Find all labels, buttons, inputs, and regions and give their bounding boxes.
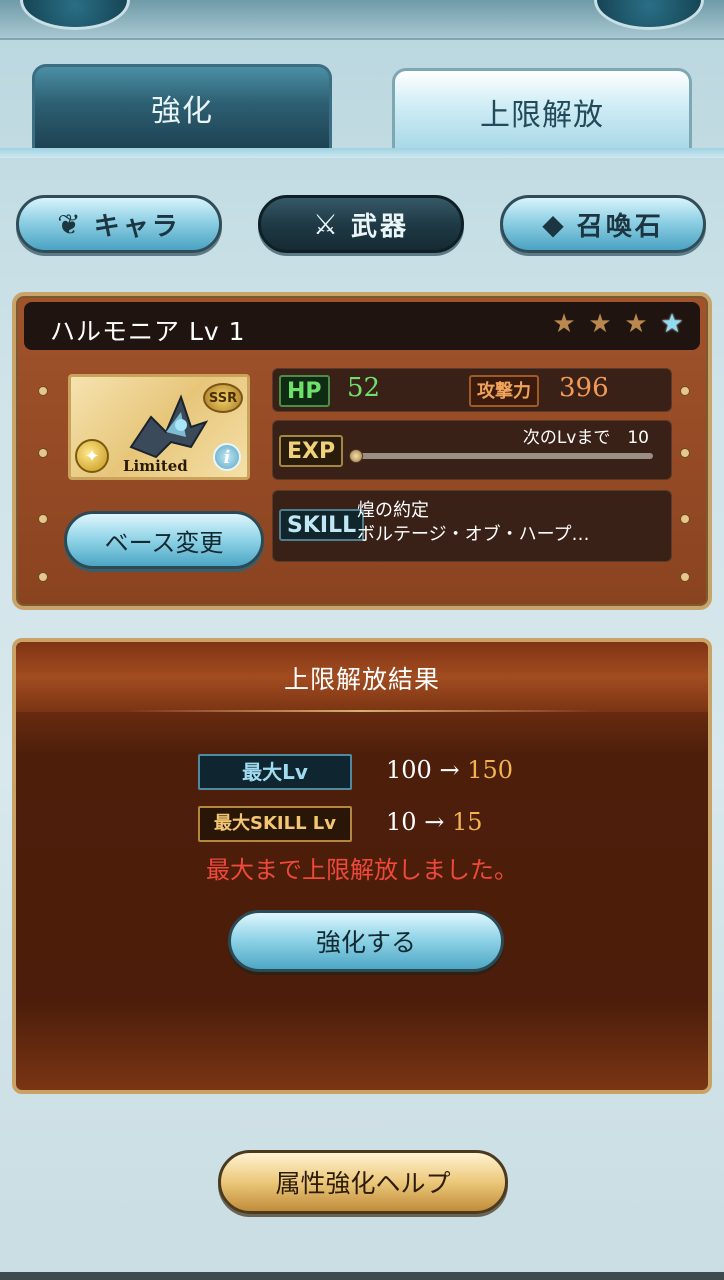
top-ornament [0, 0, 724, 40]
rarity-badge: SSR [203, 383, 243, 413]
element-coin-icon: ✦ [75, 439, 109, 473]
arrow-icon: → [439, 756, 460, 784]
category-summon-button[interactable]: ◆ 召喚石 [500, 195, 706, 253]
hp-label: HP [279, 375, 330, 407]
max-skill-level-change: 10 → 15 [386, 808, 482, 836]
max-level-to: 150 [467, 756, 514, 784]
tab-limit-break[interactable]: 上限解放 [392, 68, 692, 152]
header-divider [126, 710, 596, 712]
result-header: 上限解放結果 [16, 642, 708, 712]
tab-underline [0, 148, 724, 158]
crystal-icon: ◆ [542, 207, 567, 241]
tab-bar: 強化 上限解放 [0, 60, 724, 156]
element-enhance-help-button[interactable]: 属性強化ヘルプ [218, 1150, 508, 1214]
exp-label: EXP [279, 435, 344, 467]
ornament-icon: ❦ [57, 207, 84, 241]
rivet-icon [680, 514, 690, 524]
top-left-orb-icon [20, 0, 130, 30]
exp-row: EXP 次のLvまで 10 [272, 420, 672, 480]
top-right-orb-icon [594, 0, 704, 30]
hp-atk-row: HP 52 攻撃力 396 [272, 368, 672, 412]
category-label: キャラ [93, 211, 181, 242]
atk-label: 攻撃力 [469, 375, 539, 407]
arrow-icon: → [424, 808, 445, 836]
limit-break-complete-message: 最大まで上限解放しました。 [206, 856, 518, 884]
rivet-icon [680, 572, 690, 582]
character-name: ハルモニア Lv 1 [50, 317, 246, 346]
limit-break-result-panel: 上限解放結果 最大Lv 100 → 150 最大SKILL Lv 10 → 15… [12, 638, 712, 1094]
crossed-swords-icon: ⚔ [312, 207, 342, 241]
skill-name: 煌の約定 [357, 500, 429, 521]
character-portrait[interactable]: SSR ✦ Limited i [68, 374, 250, 480]
blue-star-icon: ★ [660, 309, 684, 339]
atk-value: 396 [559, 373, 609, 403]
skill-row[interactable]: SKILL 煌の約定 ボルテージ・オブ・ハープ… [272, 490, 672, 562]
tab-enhance[interactable]: 強化 [32, 64, 332, 148]
skill-label: SKILL [279, 509, 365, 541]
exp-progress-knob [349, 449, 363, 463]
character-art-icon [129, 394, 209, 459]
max-skill-level-label: 最大SKILL Lv [198, 806, 352, 842]
next-level-text: 次のLvまで 10 [522, 428, 649, 448]
base-change-button[interactable]: ベース変更 [64, 511, 264, 569]
rivet-icon [680, 448, 690, 458]
info-icon[interactable]: i [213, 443, 241, 471]
category-character-button[interactable]: ❦ キャラ [16, 195, 222, 253]
hp-value: 52 [347, 373, 381, 403]
skill-name: ボルテージ・オブ・ハープ… [357, 524, 590, 545]
bronze-star-icon: ★ [552, 309, 576, 339]
category-weapon-button[interactable]: ⚔ 武器 [258, 195, 464, 253]
rivet-icon [38, 572, 48, 582]
max-skill-to: 15 [451, 808, 483, 836]
limited-badge: Limited [123, 457, 188, 475]
max-level-change: 100 → 150 [386, 756, 513, 784]
max-level-label: 最大Lv [198, 754, 352, 790]
character-panel: ハルモニア Lv 1 ★ ★ ★ ★ SSR ✦ Limited i ベース変更… [12, 292, 712, 610]
exp-progress-bar [353, 453, 653, 459]
enhance-button[interactable]: 強化する [228, 910, 504, 972]
uncap-stars: ★ ★ ★ ★ [550, 310, 686, 338]
result-title: 上限解放結果 [283, 665, 440, 694]
max-skill-from: 10 [386, 808, 417, 836]
character-name-bar: ハルモニア Lv 1 ★ ★ ★ ★ [24, 302, 700, 350]
category-label: 武器 [351, 211, 410, 242]
bottom-bar [0, 1272, 724, 1280]
category-label: 召喚石 [576, 211, 664, 242]
rivet-icon [38, 448, 48, 458]
bronze-star-icon: ★ [624, 309, 648, 339]
bronze-star-icon: ★ [588, 309, 612, 339]
skill-list: 煌の約定 ボルテージ・オブ・ハープ… [357, 499, 590, 547]
rivet-icon [38, 514, 48, 524]
rivet-icon [38, 386, 48, 396]
rivet-icon [680, 386, 690, 396]
max-level-from: 100 [386, 756, 432, 784]
